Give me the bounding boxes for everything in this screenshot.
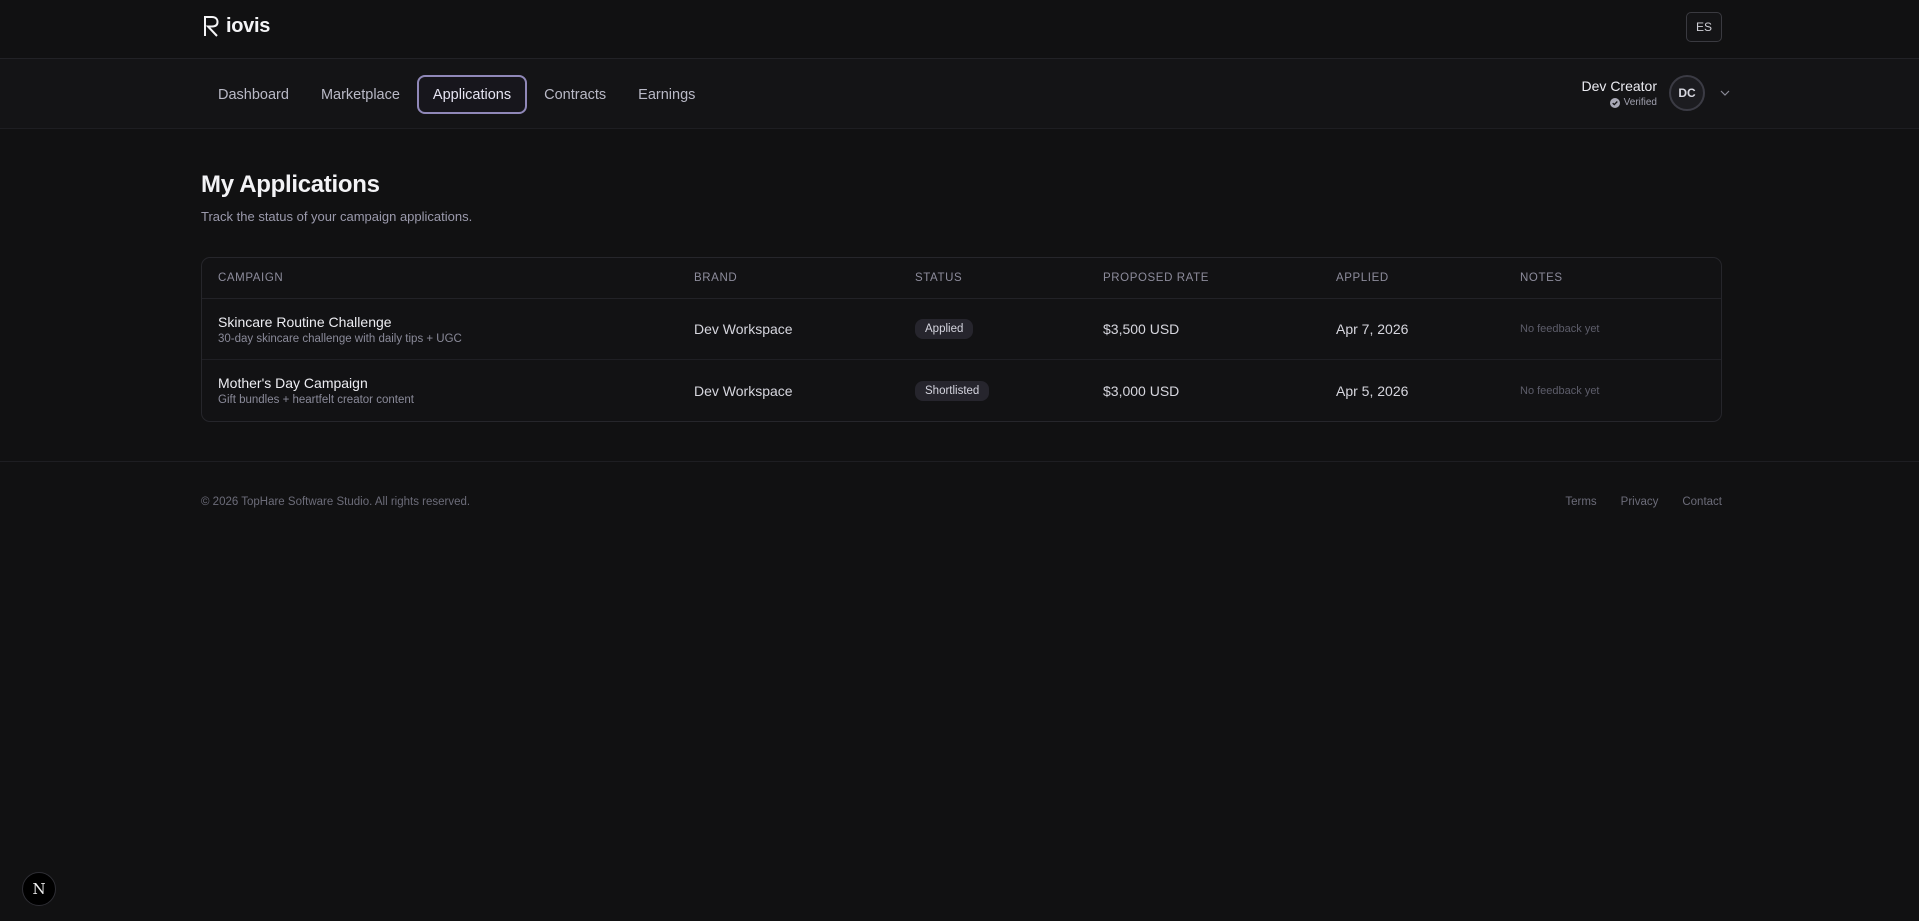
applications-table: Campaign Brand Status Proposed Rate Appl… <box>201 257 1722 422</box>
chevron-down-icon[interactable] <box>1719 87 1731 99</box>
status-badge: Applied <box>915 319 974 339</box>
footer-links: Terms Privacy Contact <box>1565 496 1722 508</box>
campaign-description: 30-day skincare challenge with daily tip… <box>218 332 462 345</box>
avatar[interactable]: DC <box>1669 75 1705 111</box>
notes-cell: No feedback yet <box>1520 323 1600 335</box>
logo[interactable]: iovis <box>202 14 270 38</box>
footer: © 2026 TopHare Software Studio. All righ… <box>0 461 1919 521</box>
campaign-cell: Skincare Routine Challenge 30-day skinca… <box>202 314 694 345</box>
header-brand: Brand <box>694 272 738 284</box>
main-nav: Dashboard Marketplace Applications Contr… <box>0 59 1919 129</box>
status-cell: Applied <box>915 319 1103 339</box>
footer-link-privacy[interactable]: Privacy <box>1621 496 1659 508</box>
applied-date-cell: Apr 5, 2026 <box>1336 382 1409 399</box>
brand-name: iovis <box>226 14 271 37</box>
page-title: My Applications <box>201 171 380 198</box>
campaign-cell: Mother's Day Campaign Gift bundles + hea… <box>202 375 694 406</box>
copyright: © 2026 TopHare Software Studio. All righ… <box>201 496 471 508</box>
page-subtitle: Track the status of your campaign applic… <box>201 209 473 224</box>
header-status: Status <box>915 272 963 284</box>
header-applied: Applied <box>1336 272 1389 284</box>
notes-cell: No feedback yet <box>1520 384 1600 397</box>
nav-earnings[interactable]: Earnings <box>622 75 711 114</box>
table-header: Campaign Brand Status Proposed Rate Appl… <box>202 258 1721 299</box>
table-row[interactable]: Skincare Routine Challenge 30-day skinca… <box>202 299 1721 360</box>
brand-cell: Dev Workspace <box>694 382 793 399</box>
user-name: Dev Creator <box>1581 78 1657 94</box>
status-badge: Shortlisted <box>915 380 990 401</box>
footer-link-terms[interactable]: Terms <box>1565 496 1596 508</box>
user-menu[interactable]: Dev Creator Verified DC <box>1582 75 1731 111</box>
brand-cell: Dev Workspace <box>694 321 793 337</box>
verified-label: Verified <box>1623 97 1657 108</box>
campaign-title[interactable]: Mother's Day Campaign <box>218 375 694 391</box>
nav-links: Dashboard Marketplace Applications Contr… <box>202 75 711 114</box>
verified-status: Verified <box>1582 97 1657 108</box>
nav-contracts[interactable]: Contracts <box>528 75 622 114</box>
top-bar: iovis ES <box>0 0 1919 59</box>
page-header: My Applications Track the status of your… <box>201 171 1722 224</box>
campaign-title[interactable]: Skincare Routine Challenge <box>218 314 694 330</box>
header-campaign: Campaign <box>218 272 284 284</box>
dev-tools-badge[interactable]: N <box>22 872 56 906</box>
footer-link-contact[interactable]: Contact <box>1682 496 1722 508</box>
header-proposed-rate: Proposed Rate <box>1103 272 1209 284</box>
applied-date-cell: Apr 7, 2026 <box>1336 321 1409 337</box>
language-button[interactable]: ES <box>1686 12 1722 42</box>
logo-mark-icon <box>204 16 219 37</box>
user-info: Dev Creator Verified <box>1582 78 1657 108</box>
nav-marketplace[interactable]: Marketplace <box>305 75 416 114</box>
nav-dashboard[interactable]: Dashboard <box>202 75 305 114</box>
header-notes: Notes <box>1520 272 1563 284</box>
verified-check-icon <box>1609 97 1620 108</box>
status-cell: Shortlisted <box>915 380 1103 401</box>
rate-cell: $3,500 USD <box>1103 321 1180 337</box>
campaign-description: Gift bundles + heartfelt creator content <box>218 394 414 406</box>
table-row[interactable]: Mother's Day Campaign Gift bundles + hea… <box>202 360 1721 421</box>
rate-cell: $3,000 USD <box>1103 382 1180 399</box>
nav-applications[interactable]: Applications <box>416 75 528 114</box>
